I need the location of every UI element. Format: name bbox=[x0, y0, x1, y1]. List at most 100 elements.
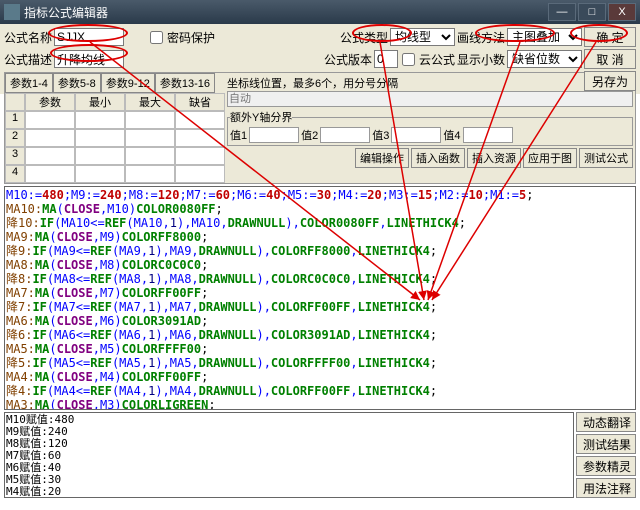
param-cell[interactable] bbox=[175, 129, 225, 147]
toolbar-button[interactable]: 应用于图 bbox=[523, 148, 577, 168]
param-cell[interactable] bbox=[25, 129, 75, 147]
param-cell[interactable] bbox=[125, 111, 175, 129]
side-button[interactable]: 测试结果 bbox=[576, 434, 636, 454]
cancel-button[interactable]: 取 消 bbox=[584, 49, 636, 69]
draw-label: 画线方法 bbox=[457, 29, 505, 46]
version-input[interactable] bbox=[374, 50, 398, 68]
value-label: 值3 bbox=[372, 127, 389, 143]
output-line: M10赋值:480 bbox=[6, 414, 572, 426]
type-select[interactable]: 均线型 bbox=[390, 28, 455, 46]
output-line: M9赋值:240 bbox=[6, 426, 572, 438]
param-tab-4[interactable]: 参数13-16 bbox=[155, 73, 215, 93]
desc-input[interactable] bbox=[54, 50, 124, 68]
side-button[interactable]: 用法注释 bbox=[576, 478, 636, 498]
param-header bbox=[5, 93, 25, 111]
code-editor[interactable]: M10:=480;M9:=240;M8:=120;M7:=60;M6:=40;M… bbox=[4, 186, 636, 410]
param-tab-3[interactable]: 参数9-12 bbox=[101, 73, 155, 93]
extra-y-fieldset: 额外Y轴分界 值1 值2 值3 值4 bbox=[227, 109, 633, 146]
extra-y-label: 额外Y轴分界 bbox=[230, 109, 292, 125]
param-cell[interactable] bbox=[125, 165, 175, 183]
param-row-header: 3 bbox=[5, 147, 25, 165]
coord-input[interactable] bbox=[227, 91, 633, 107]
type-label: 公式类型 bbox=[340, 29, 388, 46]
code-line: MA9:MA(CLOSE,M9)COLORFF8000; bbox=[6, 230, 634, 244]
param-cell[interactable] bbox=[25, 147, 75, 165]
param-cell[interactable] bbox=[75, 129, 125, 147]
param-cell[interactable] bbox=[125, 147, 175, 165]
output-line: M4赋值:20 bbox=[6, 486, 572, 498]
code-line: 降10:IF(MA10<=REF(MA10,1),MA10,DRAWNULL),… bbox=[6, 216, 634, 230]
param-cell[interactable] bbox=[125, 129, 175, 147]
param-header: 缺省 bbox=[175, 93, 225, 111]
toolbar-button[interactable]: 编辑操作 bbox=[355, 148, 409, 168]
app-icon bbox=[4, 4, 20, 20]
value-input-2[interactable] bbox=[320, 127, 370, 143]
code-line: MA4:MA(CLOSE,M4)COLORFF00FF; bbox=[6, 370, 634, 384]
titlebar: 指标公式编辑器 — □ X bbox=[0, 0, 640, 24]
value-input-3[interactable] bbox=[391, 127, 441, 143]
code-line: 降6:IF(MA6<=REF(MA6,1),MA6,DRAWNULL),COLO… bbox=[6, 328, 634, 342]
param-cell[interactable] bbox=[175, 147, 225, 165]
code-line: 降5:IF(MA5<=REF(MA5,1),MA5,DRAWNULL),COLO… bbox=[6, 356, 634, 370]
output-line: M6赋值:40 bbox=[6, 462, 572, 474]
param-tab-2[interactable]: 参数5-8 bbox=[53, 73, 101, 93]
cloud-label: 云公式 bbox=[419, 51, 455, 68]
code-line: M10:=480;M9:=240;M8:=120;M7:=60;M6:=40;M… bbox=[6, 188, 634, 202]
value-label: 值4 bbox=[443, 127, 460, 143]
name-input[interactable] bbox=[54, 28, 124, 46]
param-grid: 参数最小最大缺省 1234 bbox=[5, 93, 225, 183]
window-title: 指标公式编辑器 bbox=[24, 4, 548, 21]
param-header: 最小 bbox=[75, 93, 125, 111]
param-cell[interactable] bbox=[175, 111, 225, 129]
toolbar-button[interactable]: 插入资源 bbox=[467, 148, 521, 168]
param-region: 参数1-4参数5-8参数9-12参数13-16 参数最小最大缺省 1234 坐标线… bbox=[4, 72, 636, 184]
param-cell[interactable] bbox=[75, 165, 125, 183]
param-cell[interactable] bbox=[25, 111, 75, 129]
output-line: M7赋值:60 bbox=[6, 450, 572, 462]
output-area[interactable]: M10赋值:480M9赋值:240M8赋值:120M7赋值:60M6赋值:40M… bbox=[4, 412, 574, 498]
password-label: 密码保护 bbox=[167, 29, 215, 46]
desc-label: 公式描述 bbox=[4, 51, 52, 68]
ok-button[interactable]: 确 定 bbox=[584, 27, 636, 47]
cloud-checkbox[interactable] bbox=[402, 53, 415, 66]
decimal-label: 显示小数 bbox=[457, 51, 505, 68]
side-button[interactable]: 动态翻译 bbox=[576, 412, 636, 432]
code-line: 降8:IF(MA8<=REF(MA8,1),MA8,DRAWNULL),COLO… bbox=[6, 272, 634, 286]
param-cell[interactable] bbox=[25, 165, 75, 183]
param-cell[interactable] bbox=[75, 147, 125, 165]
toolbar-button[interactable]: 测试公式 bbox=[579, 148, 633, 168]
code-line: MA5:MA(CLOSE,M5)COLORFFFF00; bbox=[6, 342, 634, 356]
code-line: 降9:IF(MA9<=REF(MA9,1),MA9,DRAWNULL),COLO… bbox=[6, 244, 634, 258]
minimize-button[interactable]: — bbox=[548, 3, 576, 21]
draw-select[interactable]: 主图叠加 bbox=[507, 28, 582, 46]
decimal-select[interactable]: 缺省位数 bbox=[507, 50, 582, 68]
output-line: M8赋值:120 bbox=[6, 438, 572, 450]
param-cell[interactable] bbox=[175, 165, 225, 183]
value-label: 值2 bbox=[301, 127, 318, 143]
value-input-4[interactable] bbox=[463, 127, 513, 143]
version-label: 公式版本 bbox=[324, 51, 372, 68]
side-button[interactable]: 参数精灵 bbox=[576, 456, 636, 476]
password-checkbox[interactable] bbox=[150, 31, 163, 44]
toolbar-button[interactable]: 插入函数 bbox=[411, 148, 465, 168]
coord-label: 坐标线位置，最多6个，用分号分隔 bbox=[227, 75, 633, 91]
param-row-header: 4 bbox=[5, 165, 25, 183]
code-line: MA7:MA(CLOSE,M7)COLORFF00FF; bbox=[6, 286, 634, 300]
code-line: 降7:IF(MA7<=REF(MA7,1),MA7,DRAWNULL),COLO… bbox=[6, 300, 634, 314]
value-label: 值1 bbox=[230, 127, 247, 143]
maximize-button[interactable]: □ bbox=[578, 3, 606, 21]
value-input-1[interactable] bbox=[249, 127, 299, 143]
param-cell[interactable] bbox=[75, 111, 125, 129]
param-header: 参数 bbox=[25, 93, 75, 111]
param-tab-1[interactable]: 参数1-4 bbox=[5, 73, 53, 93]
code-line: MA3:MA(CLOSE,M3)COLORLIGREEN; bbox=[6, 398, 634, 410]
name-label: 公式名称 bbox=[4, 29, 52, 46]
param-header: 最大 bbox=[125, 93, 175, 111]
param-row-header: 1 bbox=[5, 111, 25, 129]
output-line: M5赋值:30 bbox=[6, 474, 572, 486]
code-line: MA10:MA(CLOSE,M10)COLOR0080FF; bbox=[6, 202, 634, 216]
close-button[interactable]: X bbox=[608, 3, 636, 21]
code-line: MA8:MA(CLOSE,M8)COLORC0C0C0; bbox=[6, 258, 634, 272]
param-row-header: 2 bbox=[5, 129, 25, 147]
code-line: MA6:MA(CLOSE,M6)COLOR3091AD; bbox=[6, 314, 634, 328]
